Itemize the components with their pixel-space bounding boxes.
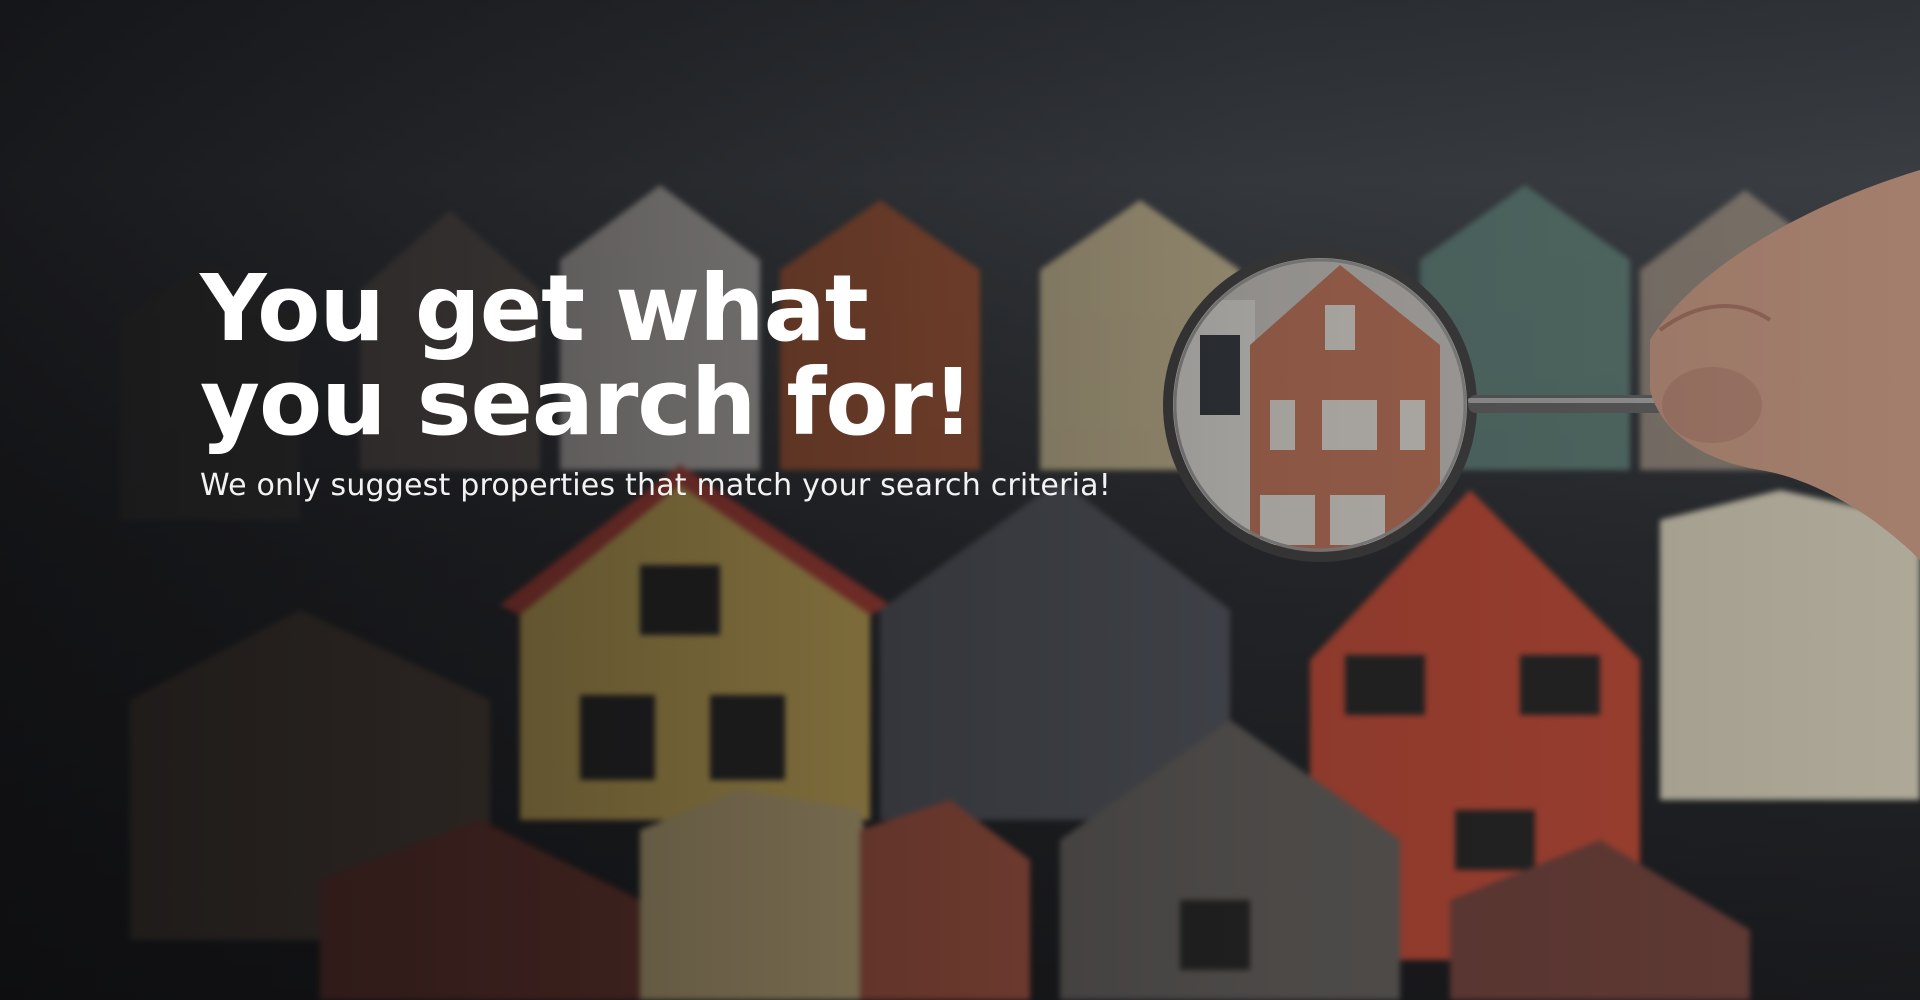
hero-banner: You get what you search for! We only sug… [0, 0, 1920, 1000]
hero-title-line-2: you search for! [200, 349, 974, 456]
hero-subtitle: We only suggest properties that match yo… [200, 468, 1111, 503]
hero-title-line-1: You get what [200, 255, 869, 362]
hero-title: You get what you search for! [200, 262, 1400, 450]
hero-content: You get what you search for! We only sug… [200, 262, 1400, 504]
